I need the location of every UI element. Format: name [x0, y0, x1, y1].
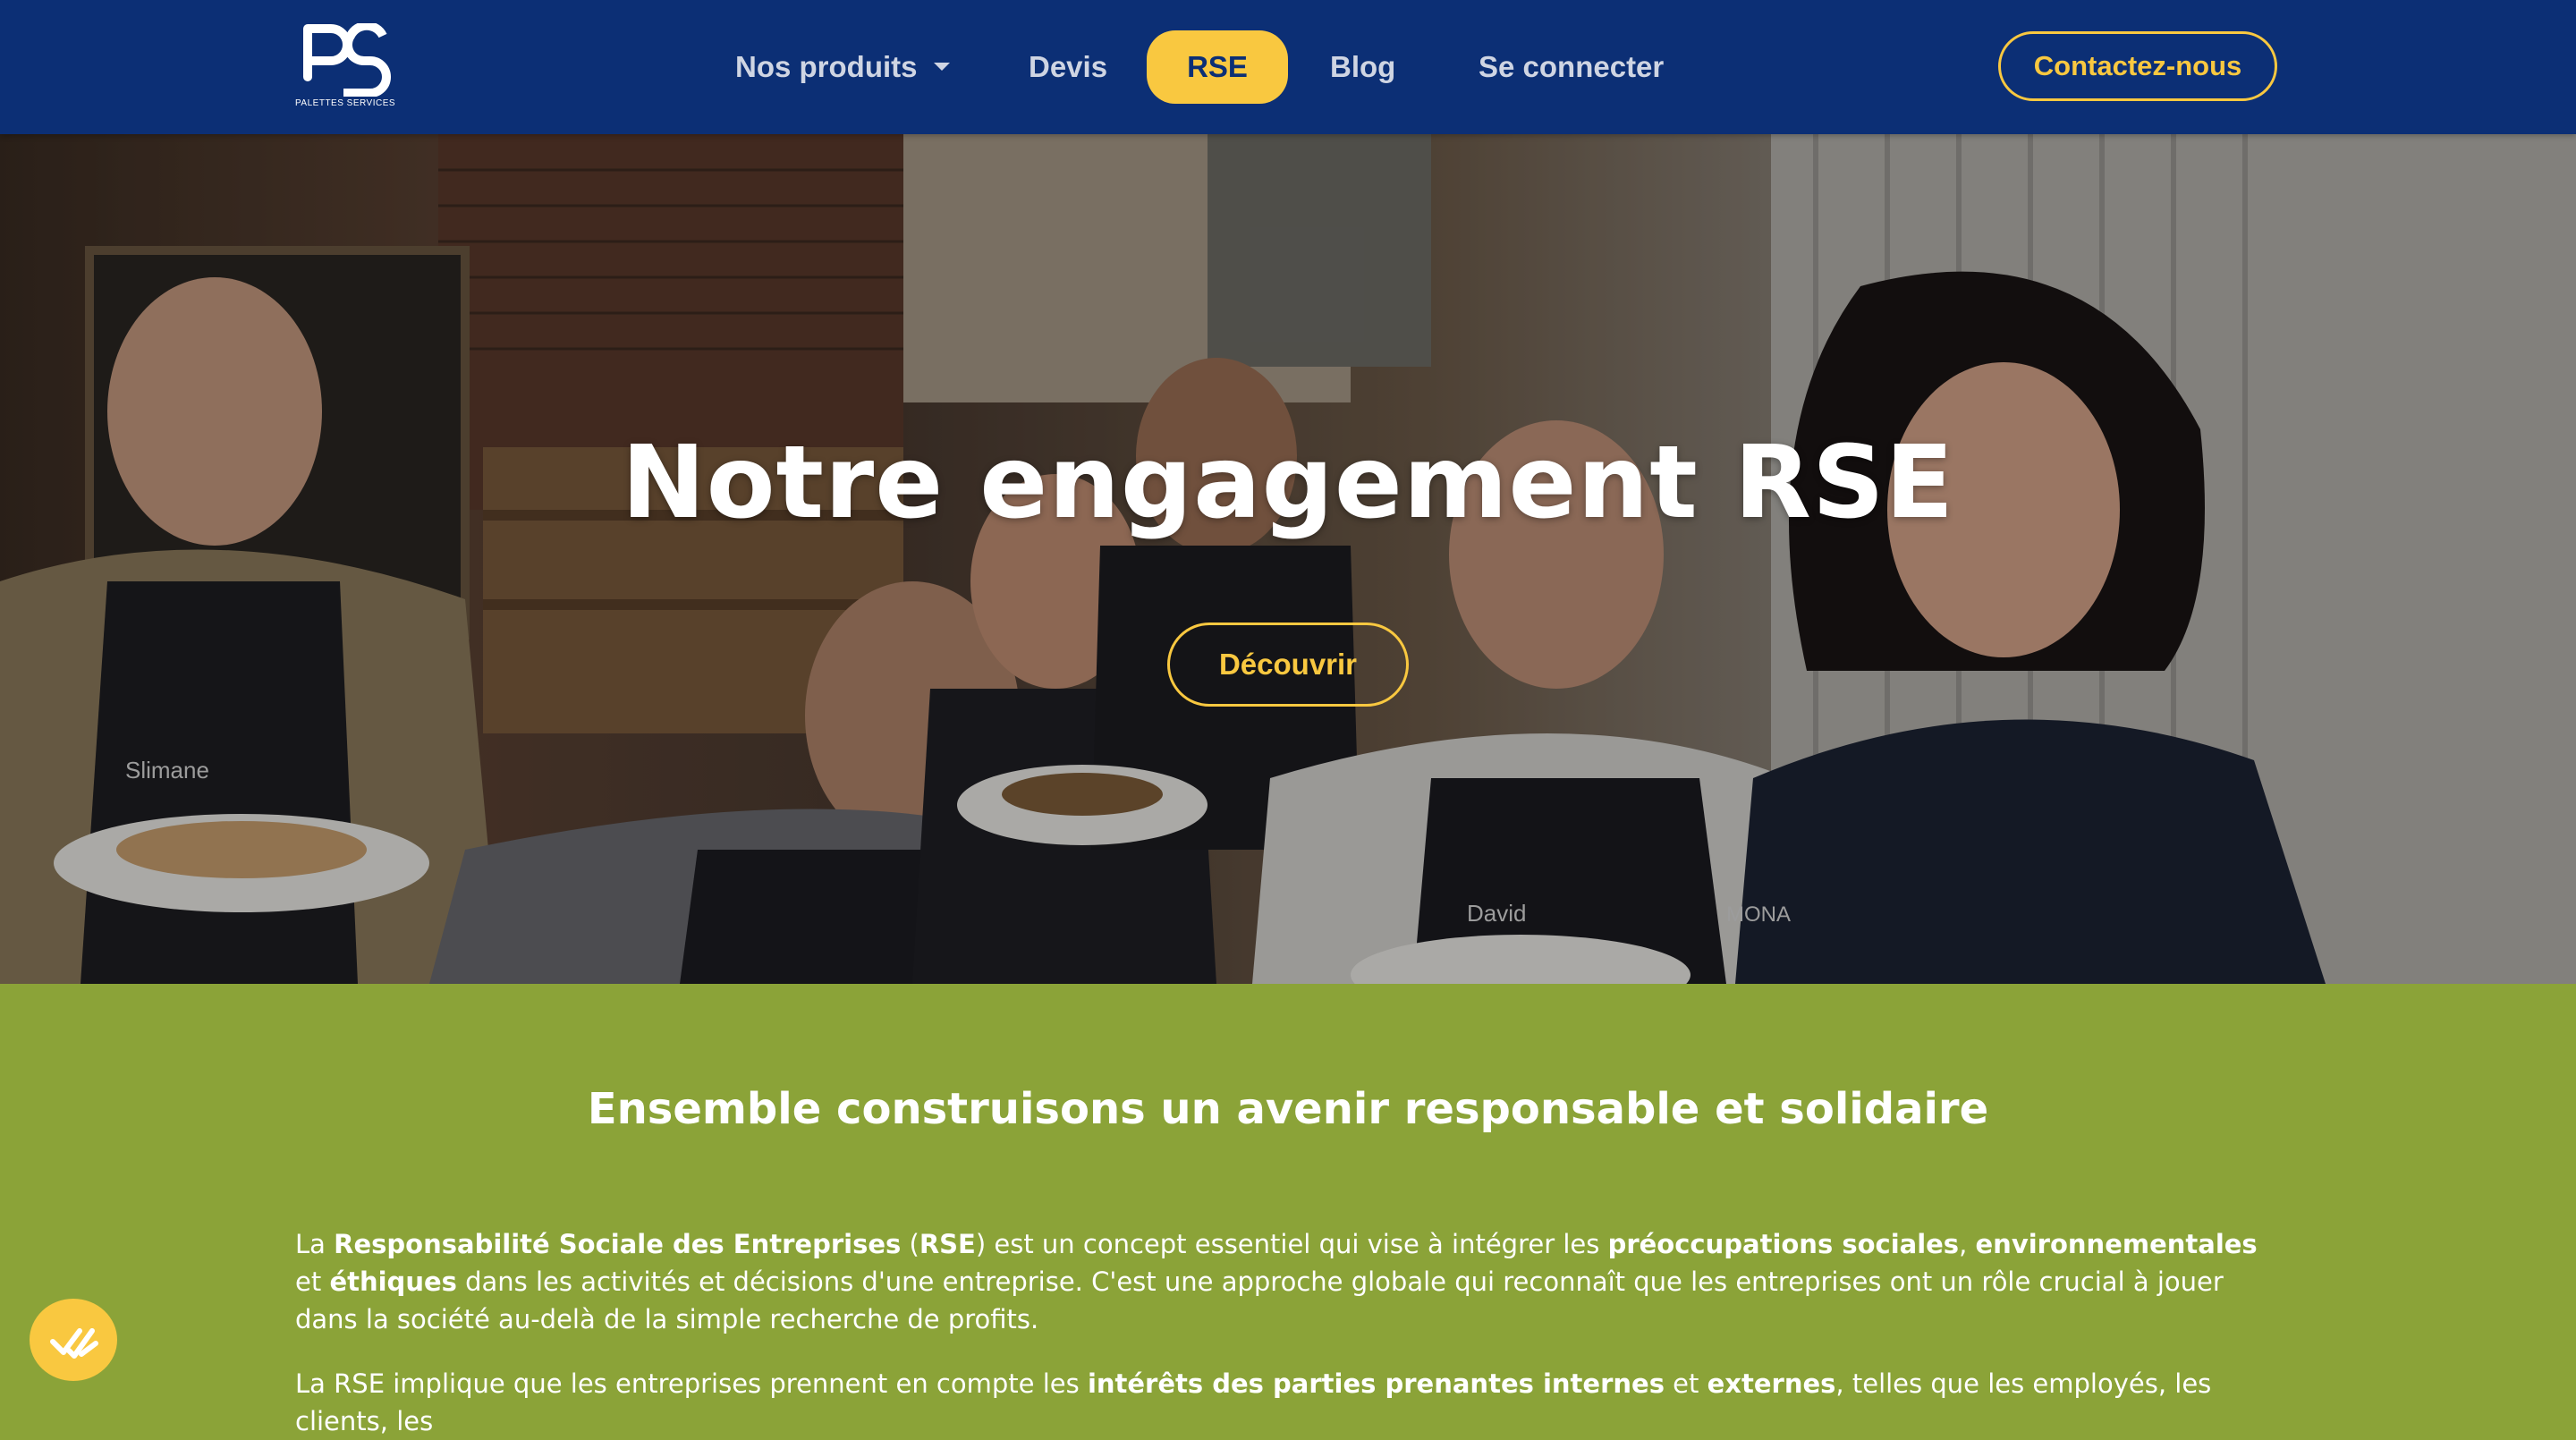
section-subtitle: Ensemble construisons un avenir responsa…: [587, 1083, 1989, 1134]
bold-run: RSE: [919, 1229, 976, 1259]
hero-title: Notre engagement RSE: [621, 425, 1955, 542]
bold-run: Responsabilité Sociale des Entreprises: [334, 1229, 902, 1259]
chat-check-icon: [50, 1328, 98, 1359]
text-run: dans les activités et décisions d'une en…: [295, 1266, 2224, 1334]
text-run: (: [901, 1229, 919, 1259]
rse-paragraph-2: La RSE implique que les entreprises pren…: [295, 1365, 2290, 1440]
rse-paragraph-1: La Responsabilité Sociale des Entreprise…: [295, 1225, 2290, 1338]
nav-item-se-connecter[interactable]: Se connecter: [1479, 39, 1664, 95]
nav-item-label: Nos produits: [735, 50, 918, 83]
bold-run: environnementales: [1975, 1229, 2258, 1259]
text-run: et: [1664, 1368, 1707, 1399]
chevron-down-icon: [933, 62, 950, 71]
text-run: La: [295, 1229, 335, 1259]
hero-banner: Slimane David MONA Notre engagement RSE Dé…: [0, 134, 2576, 984]
bold-run: externes: [1707, 1368, 1836, 1399]
nav-item-blog[interactable]: Blog: [1330, 39, 1395, 95]
contact-button[interactable]: Contactez-nous: [1998, 31, 2277, 101]
rse-intro-section: Ensemble construisons un avenir responsa…: [0, 984, 2576, 1436]
text-run: et: [295, 1266, 330, 1297]
discover-button[interactable]: Découvrir: [1167, 623, 1409, 707]
chat-widget-button[interactable]: [30, 1299, 117, 1381]
brand-logo[interactable]: PALETTES SERVICES: [295, 23, 395, 113]
bold-run: éthiques: [329, 1266, 457, 1297]
hero-overlay: [0, 134, 2576, 984]
nav-item-nos-produits[interactable]: Nos produits: [735, 39, 950, 95]
logo-caption: PALETTES SERVICES: [295, 98, 396, 108]
text-run: ) est un concept essentiel qui vise à in…: [975, 1229, 1608, 1259]
logo-mark-icon: [303, 23, 391, 97]
text-run: La RSE implique que les entreprises pren…: [295, 1368, 1088, 1399]
bold-run: intérêts des parties prenantes internes: [1087, 1368, 1665, 1399]
text-run: ,: [1959, 1229, 1976, 1259]
bold-run: préoccupations sociales: [1607, 1229, 1960, 1259]
nav-item-rse[interactable]: RSE: [1147, 30, 1288, 104]
nav-item-devis[interactable]: Devis: [1029, 39, 1107, 95]
top-navbar: PALETTES SERVICES Nos produits Devis RSE…: [0, 0, 2576, 134]
